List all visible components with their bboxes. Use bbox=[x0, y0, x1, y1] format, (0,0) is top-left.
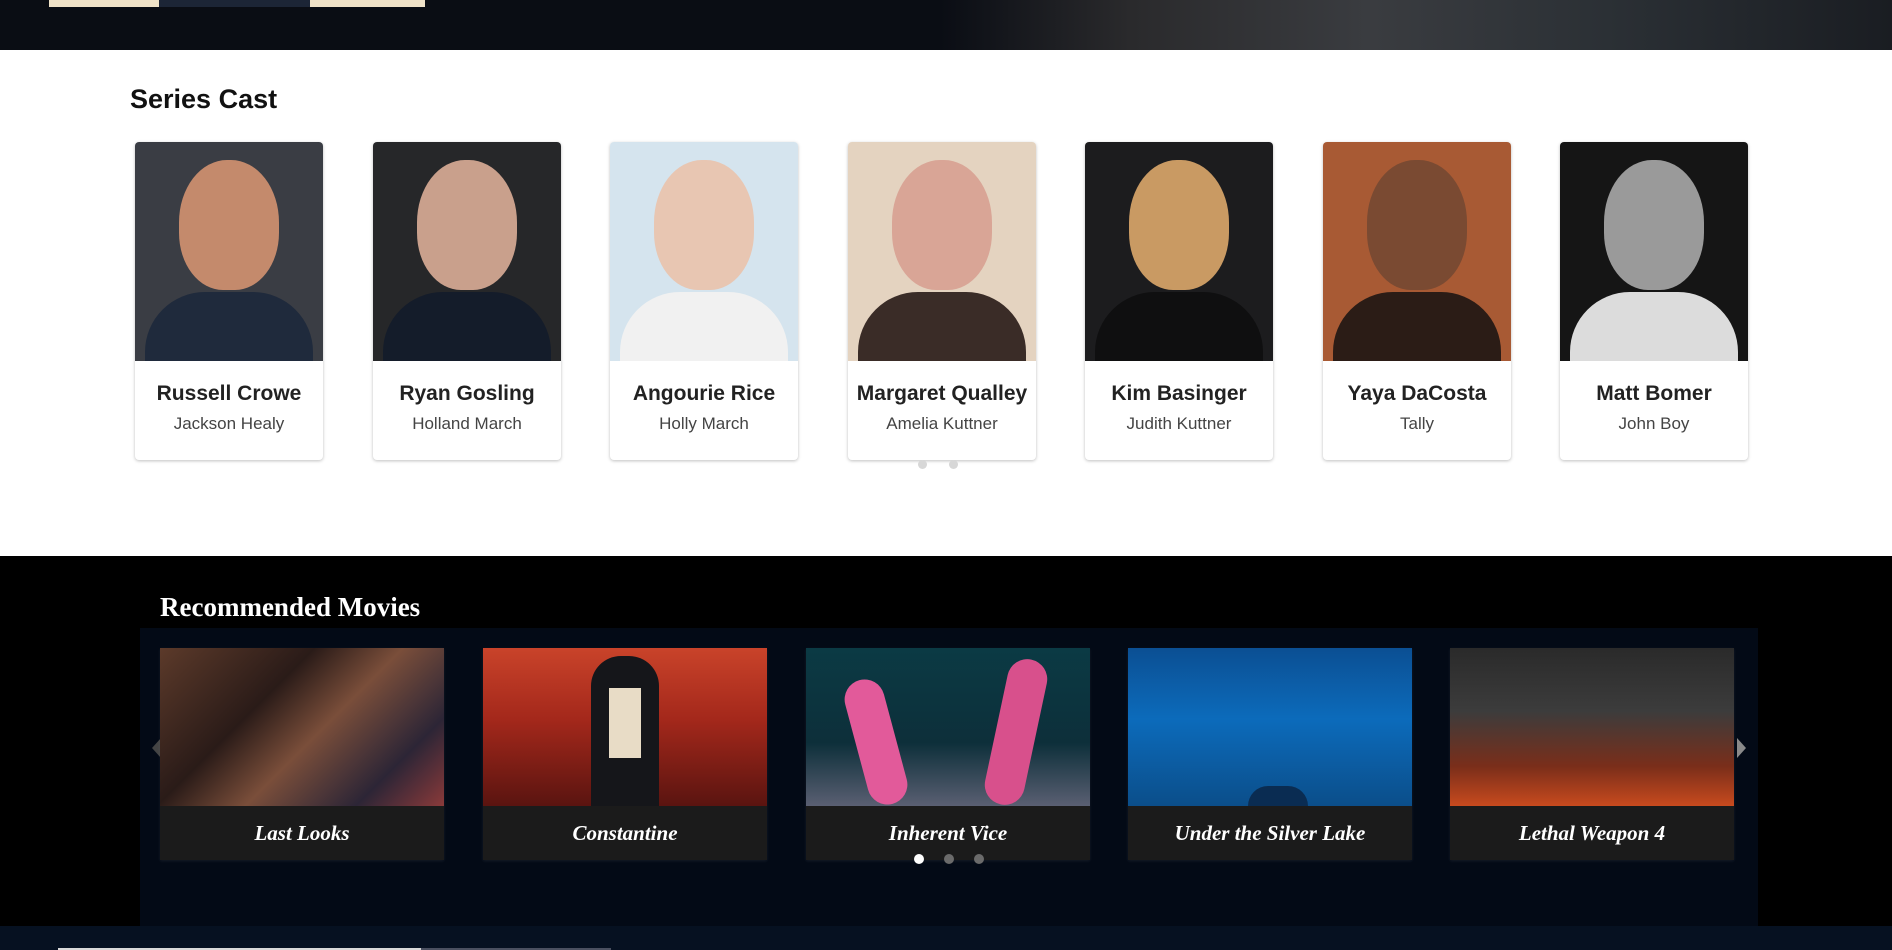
cast-name: Kim Basinger bbox=[1111, 382, 1247, 405]
cast-card[interactable]: Angourie Rice Holly March bbox=[610, 142, 798, 460]
movie-title: Under the Silver Lake bbox=[1174, 821, 1366, 845]
movie-card[interactable]: Lethal Weapon 4 bbox=[1450, 648, 1734, 860]
cast-role: Holland March bbox=[412, 414, 522, 433]
movie-carousel-dots bbox=[914, 851, 1004, 869]
carousel-dot[interactable] bbox=[949, 460, 958, 469]
footer-strip bbox=[0, 926, 1892, 950]
carousel-next-arrow-icon[interactable] bbox=[1737, 738, 1746, 758]
cast-name: Yaya DaCosta bbox=[1347, 382, 1487, 405]
carousel-dot[interactable] bbox=[974, 854, 984, 864]
cast-role: Jackson Healy bbox=[173, 414, 285, 433]
hero-banner-strip bbox=[0, 0, 1892, 50]
movie-card[interactable]: Inherent Vice bbox=[806, 648, 1090, 860]
cast-card[interactable]: Russell Crowe Jackson Healy bbox=[135, 142, 323, 460]
movie-card[interactable]: Under the Silver Lake bbox=[1128, 648, 1412, 860]
hero-thumbnail[interactable] bbox=[310, 0, 425, 7]
movie-card[interactable]: Last Looks bbox=[160, 648, 444, 860]
cast-photo bbox=[135, 142, 323, 361]
movie-poster bbox=[1128, 648, 1412, 806]
cast-photo bbox=[373, 142, 561, 361]
movie-poster bbox=[1450, 648, 1734, 806]
movie-card[interactable]: Constantine bbox=[483, 648, 767, 860]
carousel-dot[interactable] bbox=[944, 854, 954, 864]
carousel-dot[interactable] bbox=[918, 460, 927, 469]
cast-role: Judith Kuttner bbox=[1126, 414, 1232, 433]
movie-title: Last Looks bbox=[254, 821, 350, 845]
hero-thumbnail[interactable] bbox=[49, 0, 159, 7]
cast-card[interactable]: Matt Bomer John Boy bbox=[1560, 142, 1748, 460]
movie-title: Lethal Weapon 4 bbox=[1518, 821, 1666, 845]
cast-role: Amelia Kuttner bbox=[886, 414, 998, 433]
cast-name: Margaret Qualley bbox=[856, 382, 1028, 405]
cast-carousel-dots bbox=[918, 456, 980, 469]
series-cast-heading: Series Cast bbox=[130, 84, 278, 114]
movie-poster bbox=[160, 648, 444, 806]
recommended-movies-heading: Recommended Movies bbox=[160, 592, 421, 622]
series-cast-section: Series Cast Russell Crowe Jackson Healy … bbox=[0, 50, 1892, 556]
movie-poster bbox=[806, 648, 1090, 806]
cast-name: Angourie Rice bbox=[632, 382, 776, 405]
movie-title: Constantine bbox=[572, 821, 678, 845]
cast-card[interactable]: Ryan Gosling Holland March bbox=[373, 142, 561, 460]
cast-photo bbox=[610, 142, 798, 361]
cast-photo bbox=[848, 142, 1036, 361]
cast-card[interactable]: Yaya DaCosta Tally bbox=[1323, 142, 1511, 460]
cast-name: Ryan Gosling bbox=[399, 382, 535, 405]
hero-backdrop-image bbox=[940, 0, 1892, 50]
cast-name: Russell Crowe bbox=[156, 382, 302, 405]
movie-poster bbox=[483, 648, 767, 806]
hero-thumbnail[interactable] bbox=[159, 0, 310, 7]
cast-role: John Boy bbox=[1618, 414, 1690, 433]
carousel-dot[interactable] bbox=[914, 854, 924, 864]
cast-photo bbox=[1085, 142, 1273, 361]
recommended-movies-section: Recommended Movies Last Looks Constantin… bbox=[0, 556, 1892, 926]
cast-role: Tally bbox=[1399, 414, 1434, 433]
cast-role: Holly March bbox=[659, 414, 749, 433]
cast-card[interactable]: Margaret Qualley Amelia Kuttner bbox=[848, 142, 1036, 460]
cast-photo bbox=[1560, 142, 1748, 361]
cast-name: Matt Bomer bbox=[1596, 382, 1712, 405]
cast-photo bbox=[1323, 142, 1511, 361]
cast-card[interactable]: Kim Basinger Judith Kuttner bbox=[1085, 142, 1273, 460]
